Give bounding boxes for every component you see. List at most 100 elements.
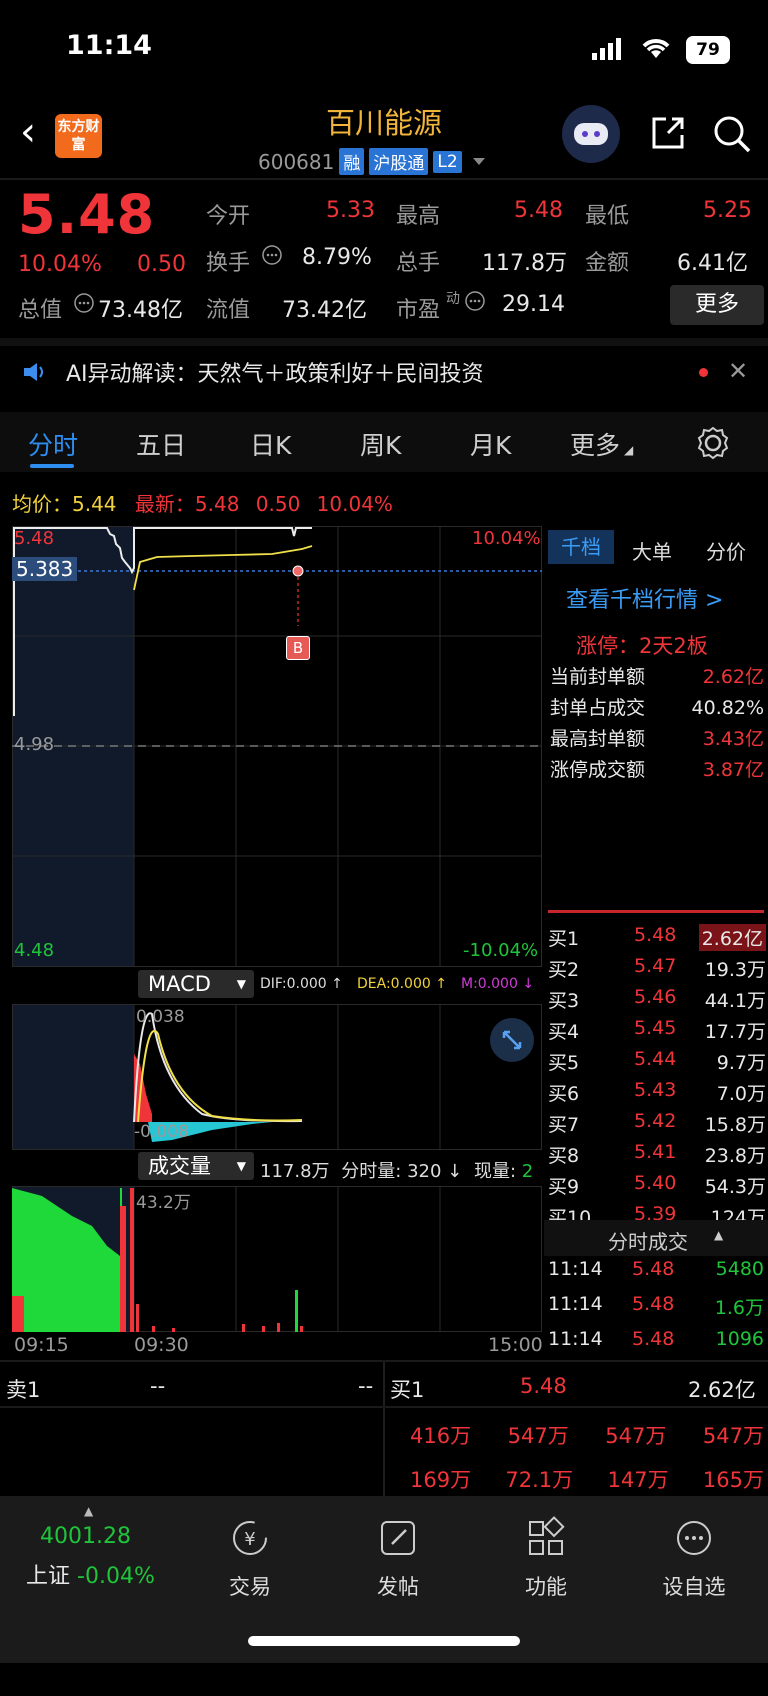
edit-icon (381, 1521, 415, 1555)
cursor-price-tag: 5.383 (12, 557, 78, 581)
queue-volume: 169万 (410, 1468, 472, 1492)
volume-label: 总手 (396, 251, 441, 276)
tick-time: 11:14 (548, 1328, 603, 1350)
volume-bar-red (152, 1326, 155, 1332)
grid-icon (529, 1516, 565, 1555)
nav-watchlist[interactable]: 设自选 (644, 1516, 744, 1601)
index-value[interactable]: 4001.28 (40, 1524, 131, 1549)
bid-row[interactable]: 买5 5.44 9.7万 (548, 1048, 766, 1078)
buy-marker[interactable]: B (286, 636, 310, 660)
tab-intraday[interactable]: 分时 (28, 426, 78, 462)
queue-volume: 165万 (702, 1468, 764, 1492)
index-ticker[interactable]: 上证 -0.04% (26, 1558, 155, 1590)
tick-volume: 5480 (715, 1258, 764, 1280)
index-name: 上证 (26, 1564, 71, 1589)
share-icon[interactable] (650, 115, 686, 151)
tab-weekly-k[interactable]: 周K (360, 426, 401, 462)
tab-more-label: 更多 (570, 431, 621, 460)
bid-volume: 7.0万 (716, 1083, 766, 1105)
info-icon[interactable] (464, 290, 486, 312)
view-depth-link[interactable]: 查看千档行情 > (566, 582, 723, 614)
bid-ask-divider (548, 910, 764, 913)
intraday-price-chart[interactable] (12, 526, 542, 968)
bid-price: 5.45 (634, 1017, 677, 1039)
float-cap-value: 73.42亿 (282, 298, 367, 323)
tag-margin: 融 (339, 148, 365, 175)
low-label: 最低 (585, 204, 630, 229)
bid-price: 5.40 (634, 1172, 677, 1194)
tab-more[interactable]: 更多 ◢ (570, 426, 633, 462)
marker-dot (292, 565, 304, 577)
tick-time: 11:14 (548, 1293, 603, 1315)
volume-bar-red (172, 1328, 175, 1332)
tick-trades-header[interactable]: 分时成交 ▲ (544, 1220, 768, 1256)
sell1-label: 卖1 (6, 1378, 41, 1402)
nav-functions[interactable]: 功能 (496, 1516, 596, 1601)
stat-value: 3.43亿 (702, 728, 764, 750)
search-icon[interactable] (712, 114, 752, 154)
bid-row[interactable]: 买3 5.46 44.1万 (548, 986, 766, 1016)
tab-big-orders[interactable]: 大单 (632, 536, 672, 565)
low-value: 5.25 (703, 198, 752, 223)
nav-post[interactable]: 发帖 (348, 1516, 448, 1601)
stat-label: 最高封单额 (550, 728, 646, 750)
total-cap-value: 73.48亿 (98, 298, 183, 323)
tick-row: 11:14 5.48 5480 (548, 1258, 764, 1293)
bid-row[interactable]: 买9 5.40 54.3万 (548, 1172, 766, 1202)
stat-row: 封单占成交 40.82% (550, 693, 764, 724)
volume-bar-green (295, 1290, 298, 1332)
bid-row[interactable]: 买6 5.43 7.0万 (548, 1079, 766, 1109)
bid-volume: 19.3万 (704, 959, 766, 981)
bid-row[interactable]: 买7 5.42 15.8万 (548, 1110, 766, 1140)
close-icon[interactable]: ✕ (728, 357, 748, 385)
tick-time: 11:14 (548, 1258, 603, 1280)
trade-icon: ¥ (233, 1521, 267, 1555)
pct-axis-top: 10.04% (472, 528, 541, 549)
stat-value: 40.82% (691, 697, 764, 719)
more-button[interactable]: 更多 (670, 285, 764, 325)
time-label-open-auction: 09:15 (14, 1334, 69, 1356)
turnover-value: 8.79% (302, 245, 372, 270)
high-value: 5.48 (514, 198, 563, 223)
bid-label: 买3 (548, 990, 580, 1012)
ai-news-banner[interactable]: AI异动解读：天然气＋政策利好＋民间投资 (22, 356, 484, 388)
bid-price: 5.44 (634, 1048, 677, 1070)
bid-row[interactable]: 买2 5.47 19.3万 (548, 955, 766, 985)
speaker-icon (24, 363, 43, 381)
tab-five-day[interactable]: 五日 (136, 426, 186, 462)
bid-levels: 买1 5.48 2.62亿 买2 5.47 19.3万 买3 5.46 44.1万 买4 5.… (0, 922, 768, 1222)
bid-label: 买8 (548, 1145, 580, 1167)
sell1-price: -- (150, 1374, 166, 1398)
buy-queue-row: 169万 72.1万 147万 165万 (410, 1464, 764, 1494)
tab-thousand-levels[interactable]: 千档 (548, 530, 614, 564)
limit-up-streak: 涨停：2天2板 (576, 634, 708, 658)
stock-code-row[interactable]: 600681 融 沪股通 L2 (258, 148, 485, 175)
corner-caret-icon: ◢ (624, 443, 634, 457)
tab-daily-k[interactable]: 日K (250, 426, 291, 462)
nav-trade[interactable]: ¥ 交易 (200, 1516, 300, 1601)
divider (0, 178, 768, 180)
info-icon[interactable] (73, 292, 95, 314)
bid-price: 5.47 (634, 955, 677, 977)
chart-tabs: 分时 五日 日K 周K 月K 更多 ◢ (0, 412, 768, 472)
bid-row[interactable]: 买4 5.45 17.7万 (548, 1017, 766, 1047)
bid-row[interactable]: 买8 5.41 23.8万 (548, 1141, 766, 1171)
queue-volume: 547万 (507, 1424, 569, 1448)
queue-volume: 147万 (607, 1468, 669, 1492)
bid-volume: 54.3万 (704, 1176, 766, 1198)
tab-monthly-k[interactable]: 月K (470, 426, 511, 462)
divider (0, 1406, 768, 1408)
queue-volume: 72.1万 (505, 1468, 574, 1492)
open-label: 今开 (206, 204, 251, 229)
latest-label: 最新： (134, 492, 195, 516)
tab-price-distribution[interactable]: 分价 (706, 536, 746, 565)
info-icon[interactable] (261, 244, 283, 266)
unread-dot (699, 368, 708, 377)
bid-row[interactable]: 买1 5.48 2.62亿 (548, 924, 766, 954)
amount-value: 6.41亿 (677, 251, 748, 276)
settings-icon[interactable] (696, 426, 730, 460)
buy1-label: 买1 (390, 1378, 425, 1402)
stat-label: 涨停成交额 (550, 759, 646, 781)
dropdown-caret-icon (472, 158, 485, 165)
ai-assistant-avatar[interactable] (562, 105, 620, 163)
